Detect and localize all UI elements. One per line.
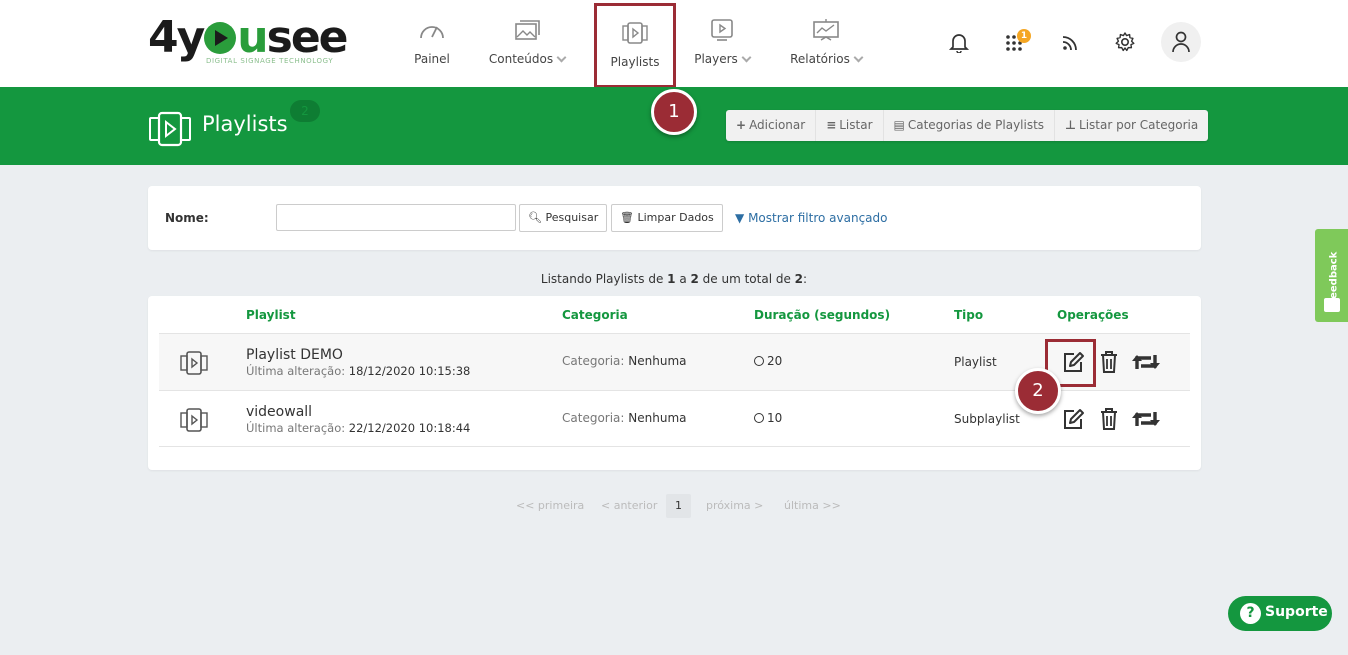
column-header-operacoes: Operações — [1057, 308, 1129, 322]
search-icon: 🔍︎ — [528, 211, 542, 224]
support-label: Suporte — [1265, 604, 1328, 620]
column-header-tipo[interactable]: Tipo — [954, 308, 983, 322]
last-page-link[interactable]: última >> — [784, 494, 841, 518]
count-badge: 2 — [290, 100, 320, 122]
last-change: Última alteração: 18/12/2020 10:15:38 — [246, 364, 471, 378]
nav-label: Playlists — [610, 55, 660, 69]
duration-cell: 10 — [754, 411, 782, 425]
column-header-categoria[interactable]: Categoria — [562, 308, 628, 322]
sitemap-icon: ⊥ — [1065, 118, 1077, 132]
images-icon — [515, 20, 540, 40]
edit-icon[interactable] — [1060, 406, 1086, 432]
categories-icon: ▤ — [893, 118, 905, 132]
last-change: Última alteração: 22/12/2020 10:18:44 — [246, 421, 471, 435]
next-page-link[interactable]: próxima > — [706, 494, 763, 518]
filter-icon: ▼ — [735, 211, 745, 225]
nav-label: Painel — [414, 52, 450, 66]
prev-page-link[interactable]: < anterior — [601, 494, 657, 518]
player-icon — [711, 19, 733, 41]
trash-icon: 🗑︎ — [620, 211, 634, 224]
add-button[interactable]: + Adicionar — [726, 110, 817, 141]
feedback-tab[interactable]: Feedback — [1315, 229, 1348, 322]
logo-tagline: DIGITAL SIGNAGE TECHNOLOGY — [206, 57, 334, 65]
step-marker-2: 2 — [1015, 368, 1061, 414]
column-header-playlist[interactable]: Playlist — [246, 308, 296, 322]
gear-icon[interactable] — [1114, 31, 1136, 53]
playlist-icon — [180, 408, 208, 432]
search-button[interactable]: 🔍︎ Pesquisar — [519, 204, 608, 232]
pagination: << primeira < anterior 1 próxima > últim… — [0, 494, 1348, 518]
nav-label: Players — [694, 52, 738, 66]
chevron-down-icon — [853, 52, 864, 63]
smile-icon — [1324, 298, 1340, 312]
bell-icon[interactable] — [948, 31, 970, 53]
list-icon: ≡ — [826, 118, 837, 132]
clear-button[interactable]: 🗑︎ Limpar Dados — [611, 204, 723, 232]
listing-summary: Listando Playlists de 1 a 2 de um total … — [540, 272, 808, 286]
trash-icon[interactable] — [1099, 349, 1119, 375]
type-cell: Subplaylist — [954, 412, 1020, 426]
user-icon — [1172, 31, 1190, 53]
chart-icon — [813, 19, 839, 41]
playlist-icon — [149, 111, 191, 147]
nav-playlists[interactable]: Playlists — [594, 3, 676, 88]
name-input[interactable] — [276, 204, 516, 231]
nav-relatorios[interactable]: Relatórios — [786, 0, 866, 87]
rss-icon[interactable] — [1060, 31, 1082, 53]
user-avatar[interactable] — [1161, 22, 1201, 62]
play-logo-icon — [204, 22, 237, 54]
clock-icon — [754, 356, 764, 366]
nav-players[interactable]: Players — [690, 0, 754, 87]
list-by-category-button[interactable]: ⊥ Listar por Categoria — [1055, 110, 1208, 141]
first-page-link[interactable]: << primeira — [516, 494, 584, 518]
clock-icon — [754, 413, 764, 423]
retweet-sync-icon[interactable] — [1131, 349, 1161, 375]
playlist-name[interactable]: Playlist DEMO — [246, 347, 343, 363]
name-label: Nome: — [165, 211, 209, 225]
logo-wordmark: 4y usee — [148, 12, 348, 63]
gauge-icon — [420, 26, 444, 39]
duration-cell: 20 — [754, 354, 782, 368]
4yousee-logo[interactable]: 4y usee DIGITAL SIGNAGE TECHNOLOGY — [148, 14, 348, 70]
playlist-icon — [622, 22, 648, 44]
trash-icon[interactable] — [1099, 406, 1119, 432]
category-cell: Categoria: Nenhuma — [562, 411, 687, 425]
chevron-down-icon — [741, 52, 752, 63]
playlist-categories-button[interactable]: ▤ Categorias de Playlists — [884, 110, 1056, 141]
question-icon: ? — [1240, 603, 1261, 624]
chevron-down-icon — [556, 52, 567, 63]
retweet-sync-icon[interactable] — [1131, 406, 1161, 432]
nav-conteudos[interactable]: Conteúdos — [484, 0, 570, 87]
list-button[interactable]: ≡ Listar — [816, 110, 884, 141]
page-title: Playlists — [202, 112, 288, 136]
filter-panel: Nome: 🔍︎ Pesquisar 🗑︎ Limpar Dados ▼ Mos… — [148, 186, 1201, 250]
nav-label: Conteúdos — [488, 52, 554, 66]
playlist-name[interactable]: videowall — [246, 404, 312, 420]
top-navbar: 4y usee DIGITAL SIGNAGE TECHNOLOGY Painel… — [0, 0, 1348, 88]
category-cell: Categoria: Nenhuma — [562, 354, 687, 368]
type-cell: Playlist — [954, 355, 997, 369]
nav-label: Relatórios — [790, 52, 850, 66]
nav-painel[interactable]: Painel — [408, 0, 456, 87]
step-marker-1: 1 — [651, 89, 697, 135]
plus-icon: + — [736, 118, 747, 132]
current-page[interactable]: 1 — [666, 494, 691, 518]
notification-badge: 1 — [1017, 29, 1031, 43]
header-actions: + Adicionar ≡ Listar ▤ Categorias de Playli… — [726, 110, 1209, 141]
playlist-icon — [180, 351, 208, 375]
advanced-filter-link[interactable]: ▼ Mostrar filtro avançado — [735, 211, 888, 225]
column-header-duracao[interactable]: Duração (segundos) — [754, 308, 890, 322]
support-button[interactable]: ? Suporte — [1228, 596, 1332, 631]
